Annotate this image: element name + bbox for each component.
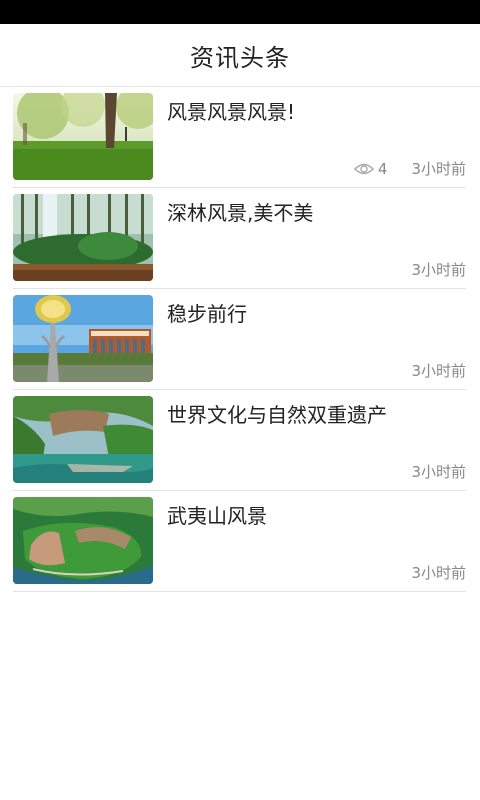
article-meta: 4 3小时前 [353, 158, 466, 179]
article-list: 风景风景风景! 4 3小时前 深林风景,美不美 3小时前 稳步前行 3小时前 世… [0, 87, 480, 592]
article-time: 3小时前 [411, 261, 466, 279]
list-item[interactable]: 武夷山风景 3小时前 [13, 491, 466, 592]
list-item[interactable]: 世界文化与自然双重遗产 3小时前 [13, 390, 466, 491]
article-title[interactable]: 风景风景风景! [167, 96, 466, 125]
article-time: 3小时前 [411, 564, 466, 582]
article-title[interactable]: 武夷山风景 [167, 500, 466, 529]
aerial-mountain-image [13, 497, 153, 584]
header: 资讯头条 [0, 24, 480, 87]
page-title: 资讯头条 [190, 43, 290, 72]
article-time: 3小时前 [411, 463, 466, 481]
forest-image [13, 194, 153, 281]
river-cliff-image [13, 396, 153, 483]
article-title[interactable]: 深林风景,美不美 [167, 197, 466, 226]
article-title[interactable]: 稳步前行 [167, 298, 466, 327]
article-meta: 3小时前 [411, 360, 466, 381]
campus-building-image [13, 295, 153, 382]
eye-icon [353, 162, 374, 176]
park-trees-image [13, 93, 153, 180]
article-title[interactable]: 世界文化与自然双重遗产 [167, 399, 466, 428]
list-item[interactable]: 深林风景,美不美 3小时前 [13, 188, 466, 289]
article-time: 3小时前 [411, 362, 466, 380]
list-item[interactable]: 风景风景风景! 4 3小时前 [13, 87, 466, 188]
article-time: 3小时前 [411, 160, 466, 178]
status-bar [0, 0, 480, 24]
article-meta: 3小时前 [411, 259, 466, 280]
article-meta: 3小时前 [411, 461, 466, 482]
view-count: 4 [353, 159, 388, 178]
list-item[interactable]: 稳步前行 3小时前 [13, 289, 466, 390]
article-meta: 3小时前 [411, 562, 466, 583]
view-count-value: 4 [377, 159, 388, 178]
